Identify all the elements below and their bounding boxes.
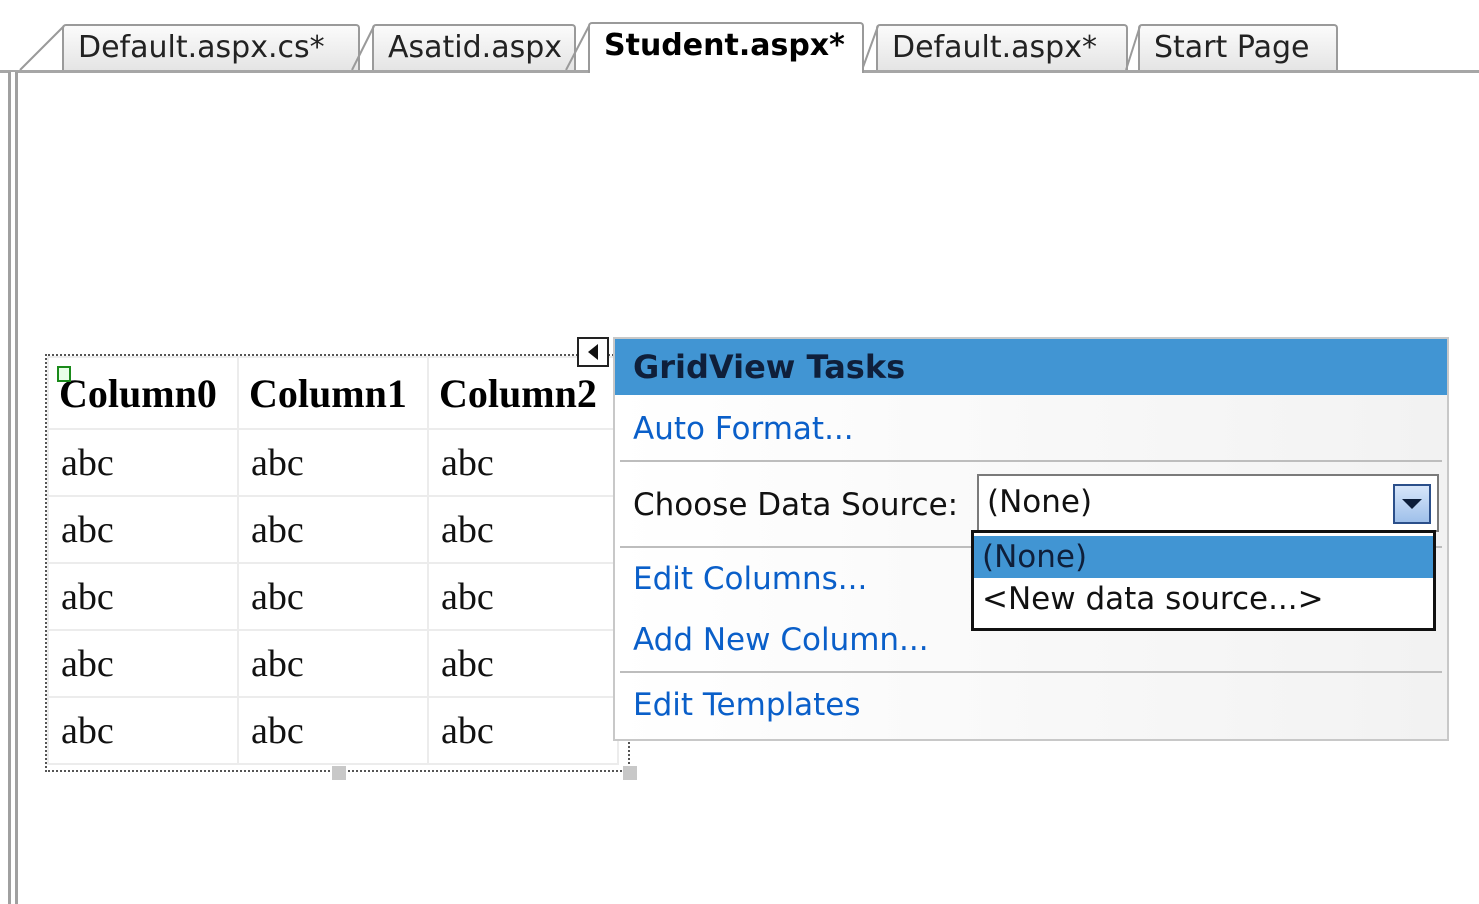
resize-handle-bottom[interactable] [332,766,346,780]
choose-data-source-label: Choose Data Source: [633,487,959,523]
table-cell: abc [237,629,429,698]
table-cell: abc [237,562,429,631]
column-header: Column0 [47,356,239,430]
table-row: abc abc abc [47,495,619,564]
table-row: abc abc abc [47,562,619,631]
gridview-table: Column0 Column1 Column2 abc abc abc abc … [47,356,619,765]
tab-label: Start Page [1154,30,1310,65]
table-cell: abc [427,629,619,698]
gridview-control[interactable]: Column0 Column1 Column2 abc abc abc abc … [45,354,630,772]
table-cell: abc [427,696,619,765]
table-cell: abc [47,629,239,698]
table-cell: abc [427,495,619,564]
table-row: abc abc abc [47,629,619,698]
table-cell: abc [237,495,429,564]
edit-templates-link[interactable]: Edit Templates [633,687,861,723]
tab-asatid-aspx[interactable]: Asatid.aspx [372,24,576,71]
table-row: abc abc abc [47,696,619,765]
edit-columns-link[interactable]: Edit Columns... [633,561,867,597]
resize-handle-corner[interactable] [623,766,637,780]
table-row: abc abc abc [47,428,619,497]
table-cell: abc [237,428,429,497]
column-header: Column1 [237,356,429,430]
dropdown-arrow-icon[interactable] [1393,484,1431,524]
dropdown-option-new-data-source[interactable]: <New data source...> [974,578,1433,620]
table-cell: abc [47,696,239,765]
table-cell: abc [47,428,239,497]
table-cell: abc [427,562,619,631]
data-source-select[interactable]: (None) [977,474,1439,532]
tab-label: Asatid.aspx [388,30,563,65]
data-source-dropdown-list: (None) <New data source...> [971,530,1436,631]
document-tab-strip: Default.aspx.cs* Asatid.aspx Student.asp… [0,0,1479,73]
add-new-column-link[interactable]: Add New Column... [633,622,929,658]
divider [620,460,1442,462]
tab-default-aspx[interactable]: Default.aspx* [876,24,1128,71]
column-header: Column2 [427,356,619,430]
table-cell: abc [427,428,619,497]
tab-start-page[interactable]: Start Page [1138,24,1338,71]
editor-frame-border [8,72,18,904]
tab-student-aspx[interactable]: Student.aspx* [588,22,864,73]
table-cell: abc [47,562,239,631]
tab-label: Default.aspx.cs* [78,30,325,65]
auto-format-link[interactable]: Auto Format... [633,411,854,447]
tab-label: Default.aspx* [892,30,1097,65]
table-cell: abc [47,495,239,564]
smart-tag-collapse-icon[interactable] [577,337,609,367]
table-cell: abc [237,696,429,765]
tab-label: Student.aspx* [604,28,845,63]
gridview-glyph-icon [57,366,71,382]
tab-default-aspx-cs[interactable]: Default.aspx.cs* [62,24,360,71]
gridview-header-row: Column0 Column1 Column2 [47,356,619,430]
dropdown-option-none[interactable]: (None) [974,536,1433,578]
data-source-value: (None) [987,484,1093,520]
divider [620,671,1442,673]
tasks-panel-title: GridView Tasks [615,339,1447,395]
